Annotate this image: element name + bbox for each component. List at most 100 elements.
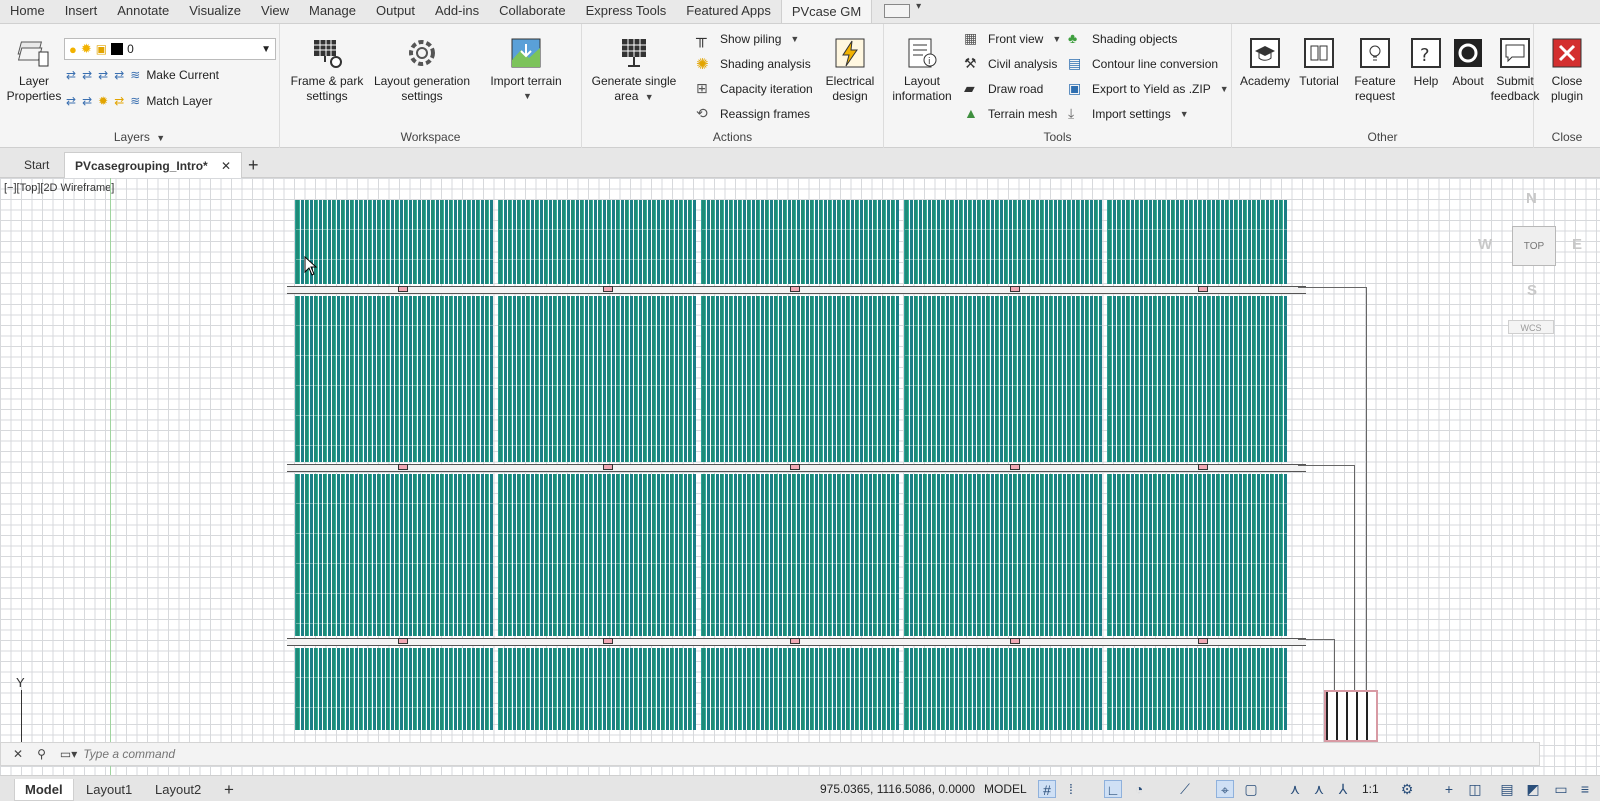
inverter[interactable]: [1010, 286, 1020, 292]
inverter[interactable]: [790, 638, 800, 644]
clean-screen-icon[interactable]: ▭: [1552, 780, 1570, 798]
inverter[interactable]: [1010, 638, 1020, 644]
import-terrain-button[interactable]: Import terrain ▼: [476, 36, 576, 104]
export-yield-button[interactable]: ▣ Export to Yield as .ZIP ▼: [1068, 78, 1229, 100]
layer-properties-button[interactable]: Layer Properties: [4, 36, 64, 104]
object-snap-icon[interactable]: ⌖: [1216, 780, 1234, 798]
new-tab-button[interactable]: +: [248, 152, 259, 178]
close-plugin-button[interactable]: Close plugin: [1538, 36, 1596, 104]
drawing-canvas[interactable]: [−][Top][2D Wireframe] N W E S TOP WCS Y: [0, 178, 1600, 775]
inverter[interactable]: [398, 286, 408, 292]
shading-analysis-button[interactable]: ✺ Shading analysis: [696, 53, 811, 75]
layer-dropdown[interactable]: ● ✹ ▣ 0 ▼: [64, 38, 276, 60]
command-input[interactable]: [83, 747, 1384, 761]
layer-lock-icon[interactable]: ⇄: [114, 68, 124, 82]
add-layout-button[interactable]: +: [224, 779, 234, 801]
viewcube-top[interactable]: TOP: [1512, 226, 1556, 266]
compass-south[interactable]: S: [1527, 282, 1537, 299]
grid-toggle-icon[interactable]: #: [1038, 780, 1056, 798]
inverter[interactable]: [1010, 464, 1020, 470]
front-view-button[interactable]: ▦ Front view ▼: [964, 28, 1061, 50]
inverter[interactable]: [1198, 286, 1208, 292]
reassign-frames-button[interactable]: ⟲ Reassign frames: [696, 103, 810, 125]
tutorial-button[interactable]: Tutorial: [1294, 36, 1344, 89]
inverter[interactable]: [1198, 638, 1208, 644]
make-current-button[interactable]: Make Current: [146, 68, 219, 82]
menu-tab-output[interactable]: Output: [366, 0, 425, 23]
snap-toggle-icon[interactable]: ⁞: [1062, 780, 1080, 798]
menu-tab-pvcase-gm[interactable]: PVcase GM: [780, 0, 873, 23]
command-close-icon[interactable]: ✕: [13, 747, 23, 761]
inverter[interactable]: [603, 638, 613, 644]
civil-analysis-button[interactable]: ⚒ Civil analysis: [964, 53, 1057, 75]
wrench-icon[interactable]: ⚲: [37, 747, 46, 761]
workspace-gear-icon[interactable]: ⚙: [1398, 780, 1416, 798]
menu-tab-visualize[interactable]: Visualize: [179, 0, 251, 23]
shading-objects-button[interactable]: ♣ Shading objects: [1068, 28, 1177, 50]
inverter[interactable]: [603, 286, 613, 292]
layout-tab-layout2[interactable]: Layout2: [155, 779, 201, 801]
inverter[interactable]: [398, 464, 408, 470]
units-icon[interactable]: ◫: [1466, 780, 1484, 798]
layout-tab-layout1[interactable]: Layout1: [86, 779, 132, 801]
viewport-controls[interactable]: [−][Top][2D Wireframe]: [4, 182, 114, 194]
polar-tracking-icon[interactable]: ◔: [1130, 780, 1148, 798]
menu-tab-manage[interactable]: Manage: [299, 0, 366, 23]
close-tab-icon[interactable]: ✕: [221, 159, 231, 173]
annotation-scale-value[interactable]: 1:1: [1362, 778, 1379, 800]
menu-tab-insert[interactable]: Insert: [55, 0, 108, 23]
inverter[interactable]: [1198, 464, 1208, 470]
electrical-design-button[interactable]: Electrical design: [818, 36, 882, 104]
inverter[interactable]: [790, 286, 800, 292]
menu-tab-add-ins[interactable]: Add-ins: [425, 0, 489, 23]
inverter[interactable]: [790, 464, 800, 470]
compass-east[interactable]: E: [1572, 236, 1582, 253]
layout-information-button[interactable]: i Layout information: [888, 36, 956, 104]
layer-thaw-icon[interactable]: ✹: [98, 94, 108, 108]
coordinates-readout[interactable]: 975.0365, 1116.5086, 0.0000: [820, 778, 975, 800]
wcs-menu[interactable]: WCS: [1508, 320, 1554, 334]
draw-road-button[interactable]: ▰ Draw road: [964, 78, 1043, 100]
layer-isolate-icon[interactable]: ⇄: [82, 68, 92, 82]
import-settings-button[interactable]: ⤓ Import settings ▼: [1068, 103, 1189, 125]
model-space-toggle[interactable]: MODEL: [984, 778, 1027, 800]
menu-tab-featured-apps[interactable]: Featured Apps: [676, 0, 781, 23]
layer-on-icon[interactable]: ⇄: [66, 94, 76, 108]
menu-tab-annotate[interactable]: Annotate: [107, 0, 179, 23]
annotation-scale-icon[interactable]: ⅄: [1334, 780, 1352, 798]
doc-tab-active[interactable]: PVcasegrouping_Intro* ✕: [64, 152, 243, 178]
layer-freeze-icon[interactable]: ⇄: [98, 68, 108, 82]
terrain-mesh-button[interactable]: ▲ Terrain mesh: [964, 103, 1057, 125]
help-button[interactable]: ? Help: [1406, 36, 1446, 89]
layers-panel-title[interactable]: Layers ▼: [0, 130, 279, 144]
customization-icon[interactable]: ≡: [1576, 780, 1594, 798]
ortho-toggle-icon[interactable]: ∟: [1104, 780, 1122, 798]
isolate-objects-icon[interactable]: ◩: [1524, 780, 1542, 798]
isodraft-icon[interactable]: ⟋: [1176, 780, 1194, 798]
capacity-iteration-button[interactable]: ⊞ Capacity iteration: [696, 78, 813, 100]
substation[interactable]: [1324, 690, 1378, 742]
layout-generation-settings-button[interactable]: Layout generation settings: [370, 36, 474, 104]
frame-park-settings-button[interactable]: Frame & park settings: [286, 36, 368, 104]
match-layer-button[interactable]: Match Layer: [146, 94, 212, 108]
ribbon-display-toggle[interactable]: [884, 1, 921, 18]
inverter[interactable]: [603, 464, 613, 470]
doc-tab-start[interactable]: Start: [24, 152, 49, 178]
menu-tab-collaborate[interactable]: Collaborate: [489, 0, 576, 23]
layer-unlock-icon[interactable]: ⇄: [114, 94, 124, 108]
layer-off-icon[interactable]: ⇄: [66, 68, 76, 82]
quick-properties-icon[interactable]: ▤: [1498, 780, 1516, 798]
contour-line-conversion-button[interactable]: ▤ Contour line conversion: [1068, 53, 1218, 75]
annotation-monitor-icon[interactable]: +: [1440, 780, 1458, 798]
compass-north[interactable]: N: [1526, 190, 1537, 207]
show-piling-button[interactable]: ╥ Show piling ▼: [696, 28, 799, 50]
academy-button[interactable]: Academy: [1238, 36, 1292, 89]
snap-tracking-icon[interactable]: ▢: [1242, 780, 1260, 798]
layout-tab-model[interactable]: Model: [14, 779, 74, 801]
command-history-icon[interactable]: ▭▾: [60, 747, 77, 761]
annotation-visibility-icon[interactable]: ⋏: [1286, 780, 1304, 798]
compass-west[interactable]: W: [1478, 236, 1492, 253]
inverter[interactable]: [398, 638, 408, 644]
menu-tab-express-tools[interactable]: Express Tools: [576, 0, 677, 23]
menu-tab-home[interactable]: Home: [0, 0, 55, 23]
